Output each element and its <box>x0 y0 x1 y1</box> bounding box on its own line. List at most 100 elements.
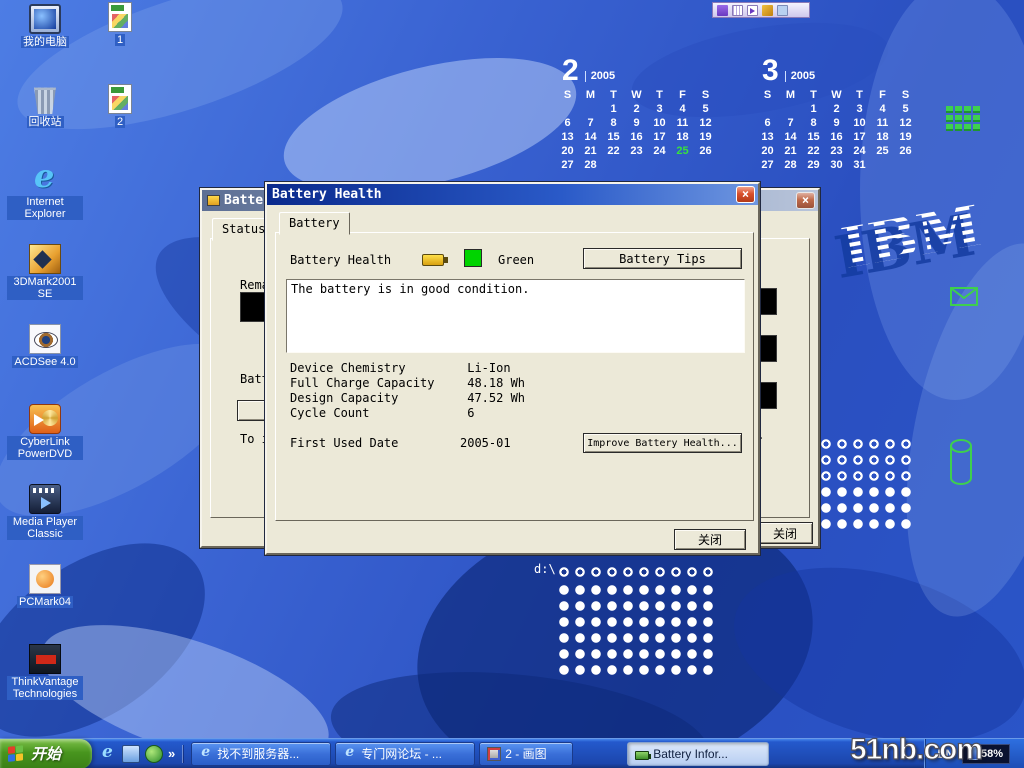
close-button[interactable]: 关闭 <box>674 529 746 550</box>
recycle-bin-icon <box>32 84 58 114</box>
calendar-day: 18 <box>871 130 894 144</box>
calendar-day: 20 <box>756 144 779 158</box>
health-status-text: Green <box>498 253 534 267</box>
calendar-day: 28 <box>779 158 802 172</box>
calendar-day <box>602 158 625 172</box>
file-icon[interactable]: 2 <box>98 84 142 166</box>
spec-label: Cycle Count <box>290 406 460 421</box>
spec-label: Design Capacity <box>290 391 460 406</box>
paint-task-icon <box>487 747 501 761</box>
jpg-file-icon <box>108 84 132 114</box>
spec-value: 47.52 Wh <box>467 391 525 405</box>
calendar-day: 30 <box>825 158 848 172</box>
calendar-weekday-row: SMTWTFS <box>556 88 726 102</box>
ime-pen-icon[interactable] <box>762 5 773 16</box>
calendar-day: 13 <box>556 130 579 144</box>
start-label: 开始 <box>31 743 61 764</box>
desktop-icon-label: ThinkVantage Technologies <box>7 676 83 700</box>
close-icon[interactable] <box>796 192 815 209</box>
calendar-day: 4 <box>671 102 694 116</box>
dot-pattern <box>818 436 914 484</box>
calendar-day: 2 <box>825 102 848 116</box>
desktop-icon[interactable]: Media Player Classic <box>6 484 84 564</box>
battery-tips-button[interactable]: Battery Tips <box>583 248 742 269</box>
calendar-day: 9 <box>825 116 848 130</box>
desktop-icon[interactable]: ACDSee 4.0 <box>6 324 84 404</box>
calendar-day: 23 <box>825 144 848 158</box>
calendar-day: 11 <box>671 116 694 130</box>
watermark: 51nb.com <box>850 733 982 767</box>
spec-row: Device Chemistry Li-Ion <box>290 361 742 376</box>
calendar-day: 8 <box>802 116 825 130</box>
close-button[interactable]: 关闭 <box>757 522 813 544</box>
calendar-weekday: M <box>579 88 602 102</box>
desktop-icon[interactable]: 我的电脑 <box>6 4 84 84</box>
calendar-day: 23 <box>625 144 648 158</box>
calendar-day: 18 <box>671 130 694 144</box>
battery-spec-rows: Device Chemistry Li-Ion Full Charge Capa… <box>290 361 742 421</box>
dialog-title: Battery Health <box>272 187 736 202</box>
tab-battery[interactable]: Battery <box>279 212 350 235</box>
desktop-icon[interactable]: 3DMark2001 SE <box>6 244 84 324</box>
calendar-day: 25 <box>871 144 894 158</box>
ime-options-icon[interactable] <box>777 5 788 16</box>
taskbar-task[interactable]: Battery Infor... <box>627 742 769 766</box>
desktop-icon[interactable]: PCMark04 <box>6 564 84 644</box>
calendar-day <box>556 102 579 116</box>
desktop-icon-label: PCMark04 <box>17 596 73 608</box>
spec-value: 6 <box>467 406 474 420</box>
calendar-weekday: T <box>602 88 625 102</box>
desktop-icon-label: Media Player Classic <box>7 516 83 540</box>
envelope-icon <box>950 287 978 307</box>
mark3d-icon <box>29 244 61 274</box>
file-icon[interactable]: 1 <box>98 2 142 84</box>
spec-row: Design Capacity 47.52 Wh <box>290 391 742 406</box>
chevron-icon[interactable]: » <box>168 746 175 761</box>
ime-toolbar[interactable] <box>712 2 810 18</box>
calendar-day: 27 <box>556 158 579 172</box>
taskbar-task[interactable]: 专门网论坛 - ... <box>335 742 475 766</box>
desktop-icon[interactable]: ThinkVantage Technologies <box>6 644 84 724</box>
ie-small-icon[interactable] <box>99 745 117 763</box>
calendar-weekday: S <box>756 88 779 102</box>
file-icon-column: 1 2 <box>98 2 142 166</box>
calendar-day <box>694 158 717 172</box>
calendar-day <box>894 158 917 172</box>
quick-launch: » <box>92 745 183 763</box>
desktop-icon[interactable]: 回收站 <box>6 84 84 164</box>
calendar-day: 14 <box>779 130 802 144</box>
calendar-day <box>579 102 602 116</box>
ime-keyboard-icon[interactable] <box>732 5 743 16</box>
calendar-day: 24 <box>848 144 871 158</box>
taskbar-tasks: 找不到服务器... 专门网论坛 - ... 2 - 画图 Battery Inf… <box>191 742 924 766</box>
calendar-day: 1 <box>802 102 825 116</box>
calendar-day: 14 <box>579 130 602 144</box>
spec-label: Full Charge Capacity <box>290 376 460 391</box>
improve-battery-health-button[interactable]: Improve Battery Health... <box>583 433 742 453</box>
ime-sound-icon[interactable] <box>747 5 758 16</box>
battery-icon <box>207 195 220 206</box>
calendar-weekday: T <box>648 88 671 102</box>
spec-label: Device Chemistry <box>290 361 460 376</box>
ime-lang-icon[interactable] <box>717 5 728 16</box>
close-icon[interactable] <box>736 186 755 203</box>
calendar-day <box>871 158 894 172</box>
calendar-march-2005: 3 2005 SMTWTFS 1234567891011121314151617… <box>756 52 926 172</box>
desktop-small-icon[interactable] <box>122 745 140 763</box>
desktop-icon[interactable]: CyberLink PowerDVD <box>6 404 84 484</box>
taskbar-task[interactable]: 2 - 画图 <box>479 742 573 766</box>
calendar-day: 11 <box>871 116 894 130</box>
calendar-day: 17 <box>848 130 871 144</box>
dialog-titlebar[interactable]: Battery Health <box>267 184 758 205</box>
my-computer-icon <box>29 4 61 34</box>
desktop-icon[interactable]: Internet Explorer <box>6 164 84 244</box>
player-small-icon[interactable] <box>145 745 163 763</box>
condition-textbox[interactable]: The battery is in good condition. <box>286 279 745 353</box>
start-button[interactable]: 开始 <box>0 739 92 768</box>
calendar-day: 16 <box>625 130 648 144</box>
file-icon-label: 2 <box>115 116 125 128</box>
calendar-day <box>625 158 648 172</box>
calendar-day: 19 <box>894 130 917 144</box>
calendar-month-number: 3 <box>762 58 779 84</box>
taskbar-task[interactable]: 找不到服务器... <box>191 742 331 766</box>
